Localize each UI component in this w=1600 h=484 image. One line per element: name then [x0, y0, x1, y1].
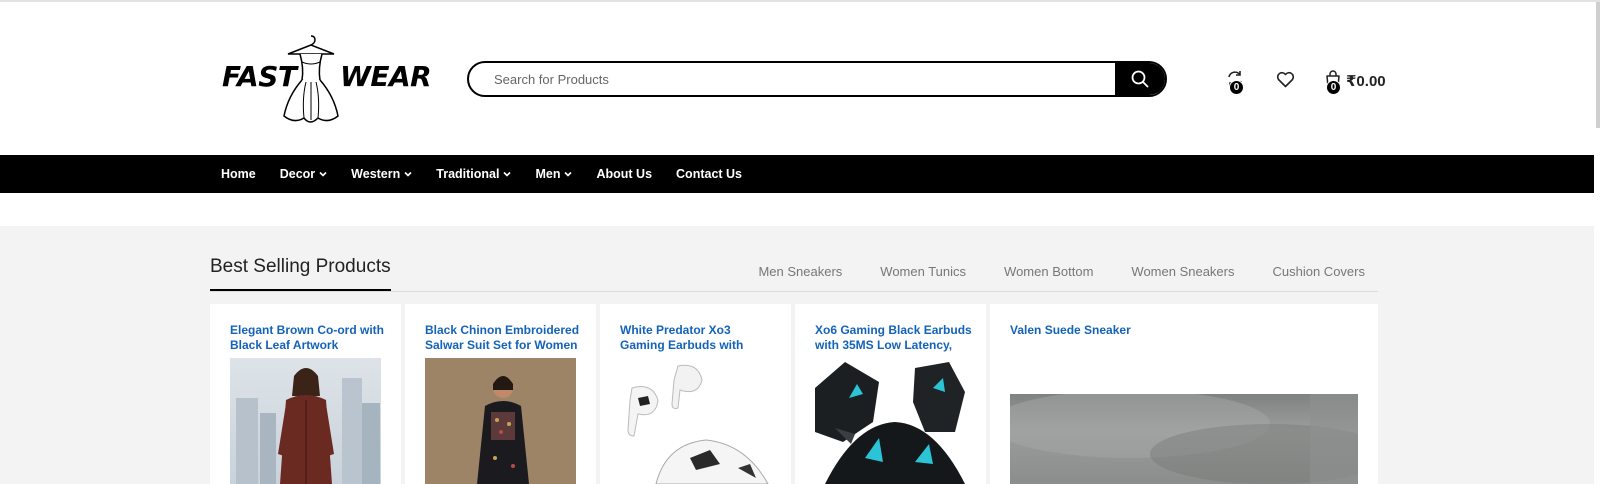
- compare-button[interactable]: 0: [1224, 68, 1246, 95]
- product-card[interactable]: Xo6 Gaming Black Earbuds with 35MS Low L…: [795, 304, 986, 484]
- nav-label: Decor: [279, 167, 316, 181]
- tab-women-bottom[interactable]: Women Bottom: [1004, 264, 1093, 279]
- heart-icon: [1276, 71, 1294, 87]
- search-input[interactable]: [469, 63, 1115, 95]
- nav-item-men[interactable]: Men: [535, 167, 573, 181]
- product-image[interactable]: [815, 358, 966, 484]
- search-icon: [1131, 70, 1149, 88]
- product-photo-suede-sneaker: [1010, 394, 1358, 484]
- logo[interactable]: FAST WEAR: [222, 32, 436, 132]
- scrollbar[interactable]: [1596, 2, 1600, 128]
- product-image[interactable]: [1010, 394, 1358, 484]
- logo-word-wear: WEAR: [340, 60, 432, 93]
- tab-men-sneakers[interactable]: Men Sneakers: [758, 264, 842, 279]
- product-image[interactable]: [230, 358, 381, 484]
- product-title[interactable]: Black Chinon Embroidered Salwar Suit Set…: [425, 323, 582, 353]
- logo-dress-icon: [283, 35, 339, 123]
- section-title: Best Selling Products: [210, 256, 391, 291]
- nav-label: About Us: [596, 167, 653, 181]
- compare-count-badge: 0: [1229, 80, 1244, 95]
- cart-button[interactable]: 0: [1322, 68, 1344, 95]
- main-nav: Home Decor Western Traditional Men About…: [0, 155, 1594, 193]
- nav-item-contact-us[interactable]: Contact Us: [676, 167, 742, 181]
- product-title[interactable]: Elegant Brown Co-ord with Black Leaf Art…: [230, 323, 387, 353]
- chevron-down-icon: [503, 171, 512, 177]
- nav-label: Home: [221, 167, 256, 181]
- best-selling-section: Best Selling Products Men Sneakers Women…: [0, 226, 1594, 484]
- product-title[interactable]: Valen Suede Sneaker: [1010, 323, 1364, 338]
- nav-label: Western: [351, 167, 401, 181]
- nav-item-home[interactable]: Home: [221, 167, 256, 181]
- nav-item-decor[interactable]: Decor: [280, 167, 327, 181]
- chevron-down-icon: [319, 171, 327, 177]
- nav-item-traditional[interactable]: Traditional: [436, 167, 512, 181]
- site-header: FAST WEAR 0: [0, 2, 1594, 155]
- product-card[interactable]: Elegant Brown Co-ord with Black Leaf Art…: [210, 304, 401, 484]
- product-card[interactable]: Black Chinon Embroidered Salwar Suit Set…: [405, 304, 596, 484]
- nav-label: Contact Us: [676, 167, 743, 181]
- product-title[interactable]: Xo6 Gaming Black Earbuds with 35MS Low L…: [815, 323, 972, 353]
- tab-cushion-covers[interactable]: Cushion Covers: [1273, 264, 1366, 279]
- section-header: Best Selling Products Men Sneakers Women…: [210, 256, 1378, 292]
- chevron-down-icon: [404, 171, 412, 177]
- product-image[interactable]: [620, 358, 771, 484]
- product-photo-black-earbuds: [815, 362, 965, 484]
- cart-count-badge: 0: [1326, 80, 1341, 95]
- wishlist-button[interactable]: [1274, 68, 1296, 90]
- product-title[interactable]: White Predator Xo3 Gaming Earbuds with: [620, 323, 777, 353]
- search-button[interactable]: [1115, 63, 1165, 95]
- tab-women-sneakers[interactable]: Women Sneakers: [1131, 264, 1234, 279]
- cart-total[interactable]: ₹0.00: [1346, 72, 1386, 90]
- chevron-down-icon: [564, 171, 573, 177]
- nav-label: Men: [535, 167, 561, 181]
- product-grid: Elegant Brown Co-ord with Black Leaf Art…: [210, 304, 1378, 484]
- category-tabs: Men Sneakers Women Tunics Women Bottom W…: [720, 264, 1365, 279]
- product-photo-co-ord: [236, 368, 380, 484]
- tab-women-tunics[interactable]: Women Tunics: [880, 264, 966, 279]
- search-bar: [467, 61, 1167, 97]
- product-card[interactable]: Valen Suede Sneaker: [990, 304, 1378, 484]
- product-card[interactable]: White Predator Xo3 Gaming Earbuds with: [600, 304, 791, 484]
- product-image[interactable]: [425, 358, 576, 484]
- nav-label: Traditional: [436, 167, 500, 181]
- product-photo-salwar-suit: [425, 358, 576, 484]
- product-photo-white-earbuds: [627, 364, 769, 484]
- nav-item-western[interactable]: Western: [351, 167, 412, 181]
- nav-item-about-us[interactable]: About Us: [596, 167, 652, 181]
